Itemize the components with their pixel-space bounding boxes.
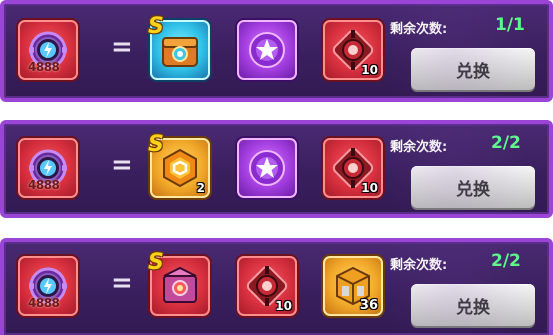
remaining-label: 剩余次数:: [390, 258, 448, 273]
cost-amount: 4888: [28, 296, 60, 310]
s-rank-badge: S: [148, 14, 164, 39]
reward-item-slot[interactable]: [237, 138, 297, 198]
remaining-label: 剩余次数:: [390, 22, 448, 37]
gold-hexagon-emblem-icon: [158, 146, 202, 190]
item-count: 36: [359, 298, 378, 313]
item-count: 10: [361, 181, 378, 195]
reward-item-slot[interactable]: 10: [323, 138, 383, 198]
reward-item-slot[interactable]: S: [148, 250, 210, 316]
purple-star-orb-icon: [245, 28, 289, 72]
reward-item-slot[interactable]: 36: [323, 256, 383, 316]
cost-amount: 4888: [28, 178, 60, 192]
equals-sign: =: [111, 150, 133, 180]
pink-mech-chest-icon: [158, 264, 202, 308]
remaining-label: 剩余次数:: [390, 140, 448, 155]
remaining-count: 2/2: [491, 133, 521, 153]
purple-star-orb-icon: [245, 146, 289, 190]
cost-item-slot[interactable]: 4888: [18, 20, 78, 80]
reward-item-slot[interactable]: 10: [237, 256, 297, 316]
orange-treasure-chest-icon: [158, 28, 202, 72]
reward-item-slot[interactable]: S 2: [148, 132, 210, 198]
item-count: 10: [275, 299, 292, 313]
exchange-offer-row: 4888 = S 10 剩余次数: 1/1 兑换: [0, 0, 553, 102]
s-rank-badge: S: [148, 250, 164, 275]
exchange-button[interactable]: 兑换: [411, 284, 535, 326]
exchange-offer-row: 4888 = S 10 36 剩余次数: 2/2 兑换: [0, 238, 553, 335]
item-count: 10: [361, 63, 378, 77]
item-count: 2: [196, 181, 205, 195]
remaining-count: 1/1: [495, 15, 525, 35]
equals-sign: =: [111, 268, 133, 298]
exchange-offer-row: 4888 = S 2 10 剩余次数: 2/2 兑换: [0, 120, 553, 218]
reward-item-slot[interactable]: 10: [323, 20, 383, 80]
remaining-count: 2/2: [491, 251, 521, 271]
exchange-button[interactable]: 兑换: [411, 48, 535, 90]
exchange-button[interactable]: 兑换: [411, 166, 535, 208]
cost-item-slot[interactable]: 4888: [18, 138, 78, 198]
cost-item-slot[interactable]: 4888: [18, 256, 78, 316]
cost-amount: 4888: [28, 60, 60, 74]
s-rank-badge: S: [148, 132, 164, 157]
reward-item-slot[interactable]: [237, 20, 297, 80]
equals-sign: =: [111, 32, 133, 62]
reward-item-slot[interactable]: S: [148, 14, 210, 80]
